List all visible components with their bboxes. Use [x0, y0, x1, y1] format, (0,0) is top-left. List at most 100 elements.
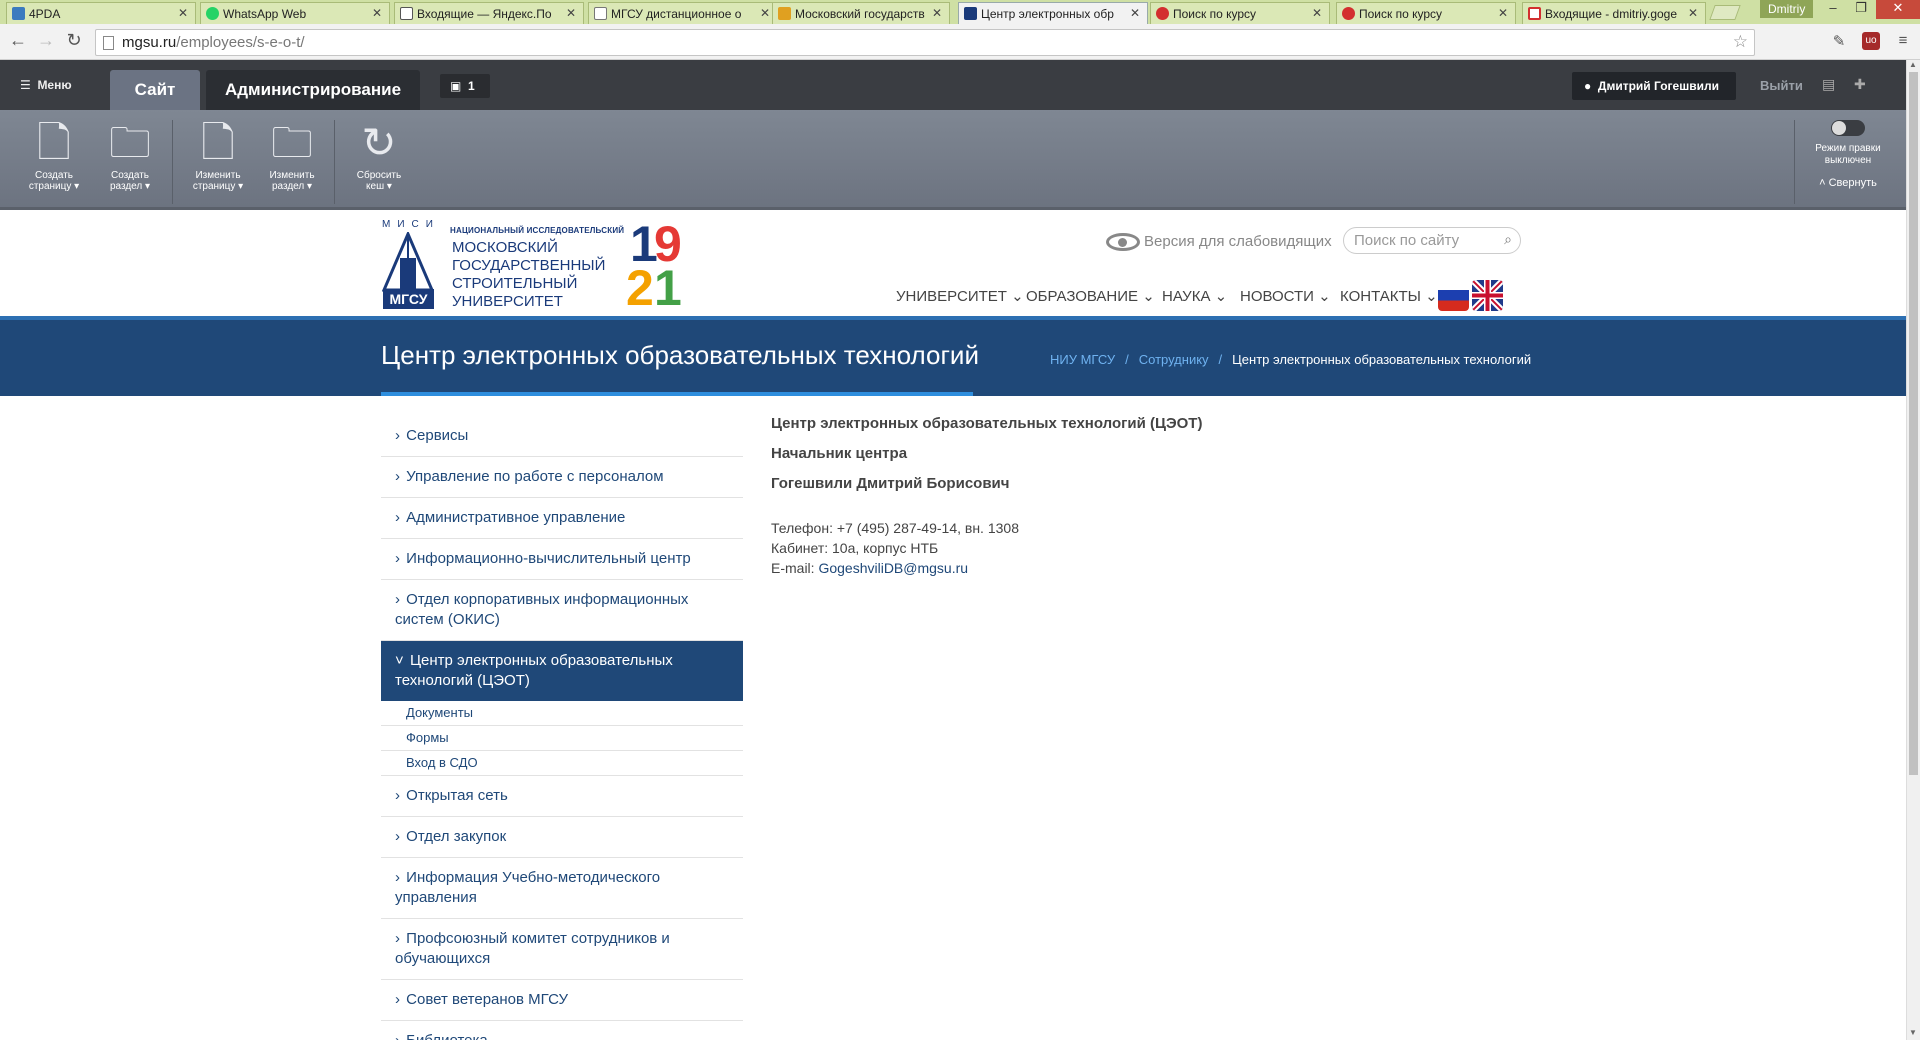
chevron-down-icon: ⌄	[1214, 288, 1228, 305]
russian-flag-icon[interactable]	[1438, 280, 1469, 311]
close-tab-icon[interactable]: ✕	[1312, 6, 1322, 20]
nav-news[interactable]: НОВОСТИ ⌄	[1240, 287, 1331, 305]
browser-tab[interactable]: Поиск по курсу ✕	[1150, 2, 1330, 24]
browser-tab[interactable]: Входящие — Яндекс.По ✕	[394, 2, 584, 24]
close-tab-icon[interactable]: ✕	[932, 6, 942, 20]
eyedropper-extension-icon[interactable]: ✎	[1830, 32, 1848, 50]
tab-site[interactable]: Сайт	[110, 70, 200, 110]
logo-mgsu-badge: МГСУ	[383, 289, 434, 309]
close-tab-icon[interactable]: ✕	[1498, 6, 1508, 20]
browser-toolbar: ← → ↻ mgsu.ru/employees/s-e-o-t/ ☆ ✎ uo …	[0, 24, 1920, 60]
breadcrumb-link[interactable]: НИУ МГСУ	[1050, 352, 1115, 367]
chevron-right-icon: ›	[395, 828, 400, 845]
close-tab-icon[interactable]: ✕	[1688, 6, 1698, 20]
address-bar[interactable]: mgsu.ru/employees/s-e-o-t/ ☆	[95, 29, 1755, 56]
search-placeholder: Поиск по сайту	[1354, 232, 1460, 249]
close-tab-icon[interactable]: ✕	[372, 6, 382, 20]
admin-menu-label: Меню	[37, 78, 72, 92]
ublock-extension-icon[interactable]: uo	[1862, 32, 1880, 50]
logout-link[interactable]: Выйти	[1760, 78, 1803, 93]
sidebar-subitem[interactable]: Документы	[381, 701, 743, 726]
admin-menu-button[interactable]: ☰ Меню	[20, 78, 72, 92]
tool-label: кеш	[366, 181, 385, 192]
edit-page-icon: 🗋	[201, 119, 235, 166]
sidebar-item[interactable]: › Отдел корпоративных информационных сис…	[381, 580, 743, 641]
course-favicon-icon	[1342, 7, 1355, 20]
browser-tab[interactable]: МГСУ дистанционное о ✕	[588, 2, 778, 24]
browser-user-badge[interactable]: Dmitriy	[1760, 0, 1814, 18]
nav-university[interactable]: УНИВЕРСИТЕТ ⌄	[896, 287, 1024, 305]
nav-science[interactable]: НАУКА ⌄	[1162, 287, 1227, 305]
edit-section-button[interactable]: 🗀 Изменить раздел ▾	[258, 116, 326, 192]
uk-flag-icon[interactable]	[1472, 280, 1503, 311]
toggle-switch[interactable]	[1831, 120, 1865, 136]
forward-button[interactable]: →	[34, 30, 58, 51]
reload-button[interactable]: ↻	[62, 30, 86, 51]
sidebar-item[interactable]: › Библиотека	[381, 1021, 743, 1040]
year-digit: 2	[626, 260, 654, 316]
panel-settings-icon[interactable]: ▤	[1822, 76, 1835, 93]
page-scrollbar[interactable]: ▲ ▼	[1906, 60, 1920, 1040]
sidebar-subitem[interactable]: Формы	[381, 726, 743, 751]
edit-page-button[interactable]: 🗋 Изменить страницу ▾	[184, 116, 252, 192]
sidebar-item[interactable]: › Управление по работе с персоналом	[381, 457, 743, 498]
notifications-button[interactable]: ▣ 1	[440, 74, 490, 98]
browser-tab[interactable]: WhatsApp Web ✕	[200, 2, 390, 24]
breadcrumb-link[interactable]: Сотруднику	[1139, 352, 1209, 367]
create-section-button[interactable]: 🗀 Создать раздел ▾	[96, 116, 164, 192]
pin-icon[interactable]: ✚	[1854, 76, 1866, 93]
browser-tab[interactable]: Московский государств ✕	[772, 2, 950, 24]
browser-tabbar: 4PDA ✕ WhatsApp Web ✕ Входящие — Яндекс.…	[0, 0, 1920, 25]
search-icon[interactable]: ⌕	[1504, 231, 1512, 248]
sidebar-item[interactable]: › Административное управление	[381, 498, 743, 539]
back-button[interactable]: ←	[6, 30, 30, 51]
chrome-menu-icon[interactable]: ≡	[1894, 32, 1912, 50]
create-page-button[interactable]: 🗋 Создать страницу ▾	[20, 116, 88, 192]
maximize-icon[interactable]: ❐	[1848, 0, 1874, 16]
close-tab-icon[interactable]: ✕	[178, 6, 188, 20]
sidebar-item-active[interactable]: ˅ Центр электронных образовательных техн…	[381, 641, 743, 701]
scroll-down-arrow-icon[interactable]: ▼	[1909, 1028, 1917, 1037]
close-tab-icon[interactable]: ✕	[1130, 6, 1140, 20]
admin-user-button[interactable]: ● Дмитрий Гогешвили	[1572, 72, 1736, 100]
sidebar-item[interactable]: › Информационно-вычислительный центр	[381, 539, 743, 580]
collapse-button[interactable]: ˄ Свернуть	[1810, 177, 1886, 189]
browser-tab[interactable]: Поиск по курсу ✕	[1336, 2, 1516, 24]
browser-tab[interactable]: 4PDA ✕	[6, 2, 196, 24]
reset-cache-button[interactable]: ↻ Сбросить кеш ▾	[345, 116, 413, 192]
bookmark-star-icon[interactable]: ☆	[1733, 32, 1748, 52]
sidebar-item[interactable]: › Отдел закупок	[381, 817, 743, 858]
scrollbar-thumb[interactable]	[1909, 72, 1918, 775]
sidebar-item-label: Информация Учебно-методического управлен…	[395, 869, 661, 906]
chevron-down-icon: ⌄	[1318, 288, 1331, 305]
minimize-icon[interactable]: –	[1820, 0, 1846, 15]
window-close-button[interactable]: ✕	[1876, 0, 1920, 19]
close-tab-icon[interactable]: ✕	[760, 6, 770, 20]
email-link[interactable]: GogeshviliDB@mgsu.ru	[818, 560, 968, 576]
accessibility-version-link[interactable]: Версия для слабовидящих	[1106, 233, 1332, 252]
sidebar-item[interactable]: › Сервисы	[381, 416, 743, 457]
sidebar-subitem[interactable]: Вход в СДО	[381, 751, 743, 776]
edit-mode-toggle[interactable]: Режим правки выключен ˄ Свернуть	[1810, 120, 1886, 189]
eye-icon	[1106, 233, 1140, 252]
chevron-right-icon: ›	[395, 591, 400, 608]
new-tab-button[interactable]	[1709, 5, 1741, 20]
sidebar-item[interactable]: › Совет ветеранов МГСУ	[381, 980, 743, 1021]
browser-tab[interactable]: Входящие - dmitriy.goge ✕	[1522, 2, 1706, 24]
browser-tab-active[interactable]: Центр электронных обр ✕	[958, 2, 1148, 25]
notifications-count: 1	[468, 79, 475, 93]
sidebar-item[interactable]: › Открытая сеть	[381, 776, 743, 817]
scroll-up-arrow-icon[interactable]: ▲	[1909, 60, 1917, 69]
office-text: Кабинет: 10а, корпус НТБ	[771, 540, 939, 556]
close-tab-icon[interactable]: ✕	[566, 6, 576, 20]
phone-text: Телефон: +7 (495) 287-49-14, вн. 1308	[771, 520, 1019, 536]
nav-contacts[interactable]: КОНТАКТЫ ⌄	[1340, 287, 1438, 305]
sidebar-item[interactable]: › Профсоюзный комитет сотрудников и обуч…	[381, 919, 743, 980]
sidebar-item-label: Отдел корпоративных информационных систе…	[395, 591, 689, 628]
sidebar-item[interactable]: › Информация Учебно-методического управл…	[381, 858, 743, 919]
tab-administration[interactable]: Администрирование	[206, 70, 420, 110]
nav-education[interactable]: ОБРАЗОВАНИЕ ⌄	[1026, 287, 1155, 305]
title-accent-line	[381, 392, 973, 396]
site-search-input[interactable]: Поиск по сайту ⌕	[1343, 227, 1521, 254]
chevron-down-icon: ⌄	[1011, 288, 1024, 305]
